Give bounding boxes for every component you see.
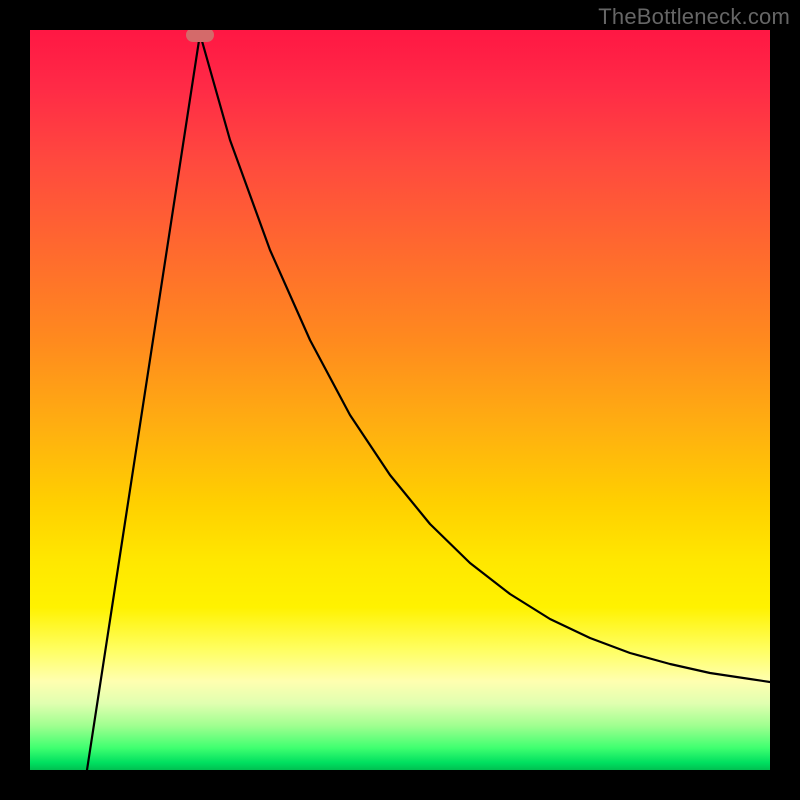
chart-frame: TheBottleneck.com — [0, 0, 800, 800]
gradient-background — [30, 30, 770, 770]
plot-area — [30, 30, 770, 770]
optimum-marker — [186, 30, 214, 42]
watermark-text: TheBottleneck.com — [598, 4, 790, 30]
